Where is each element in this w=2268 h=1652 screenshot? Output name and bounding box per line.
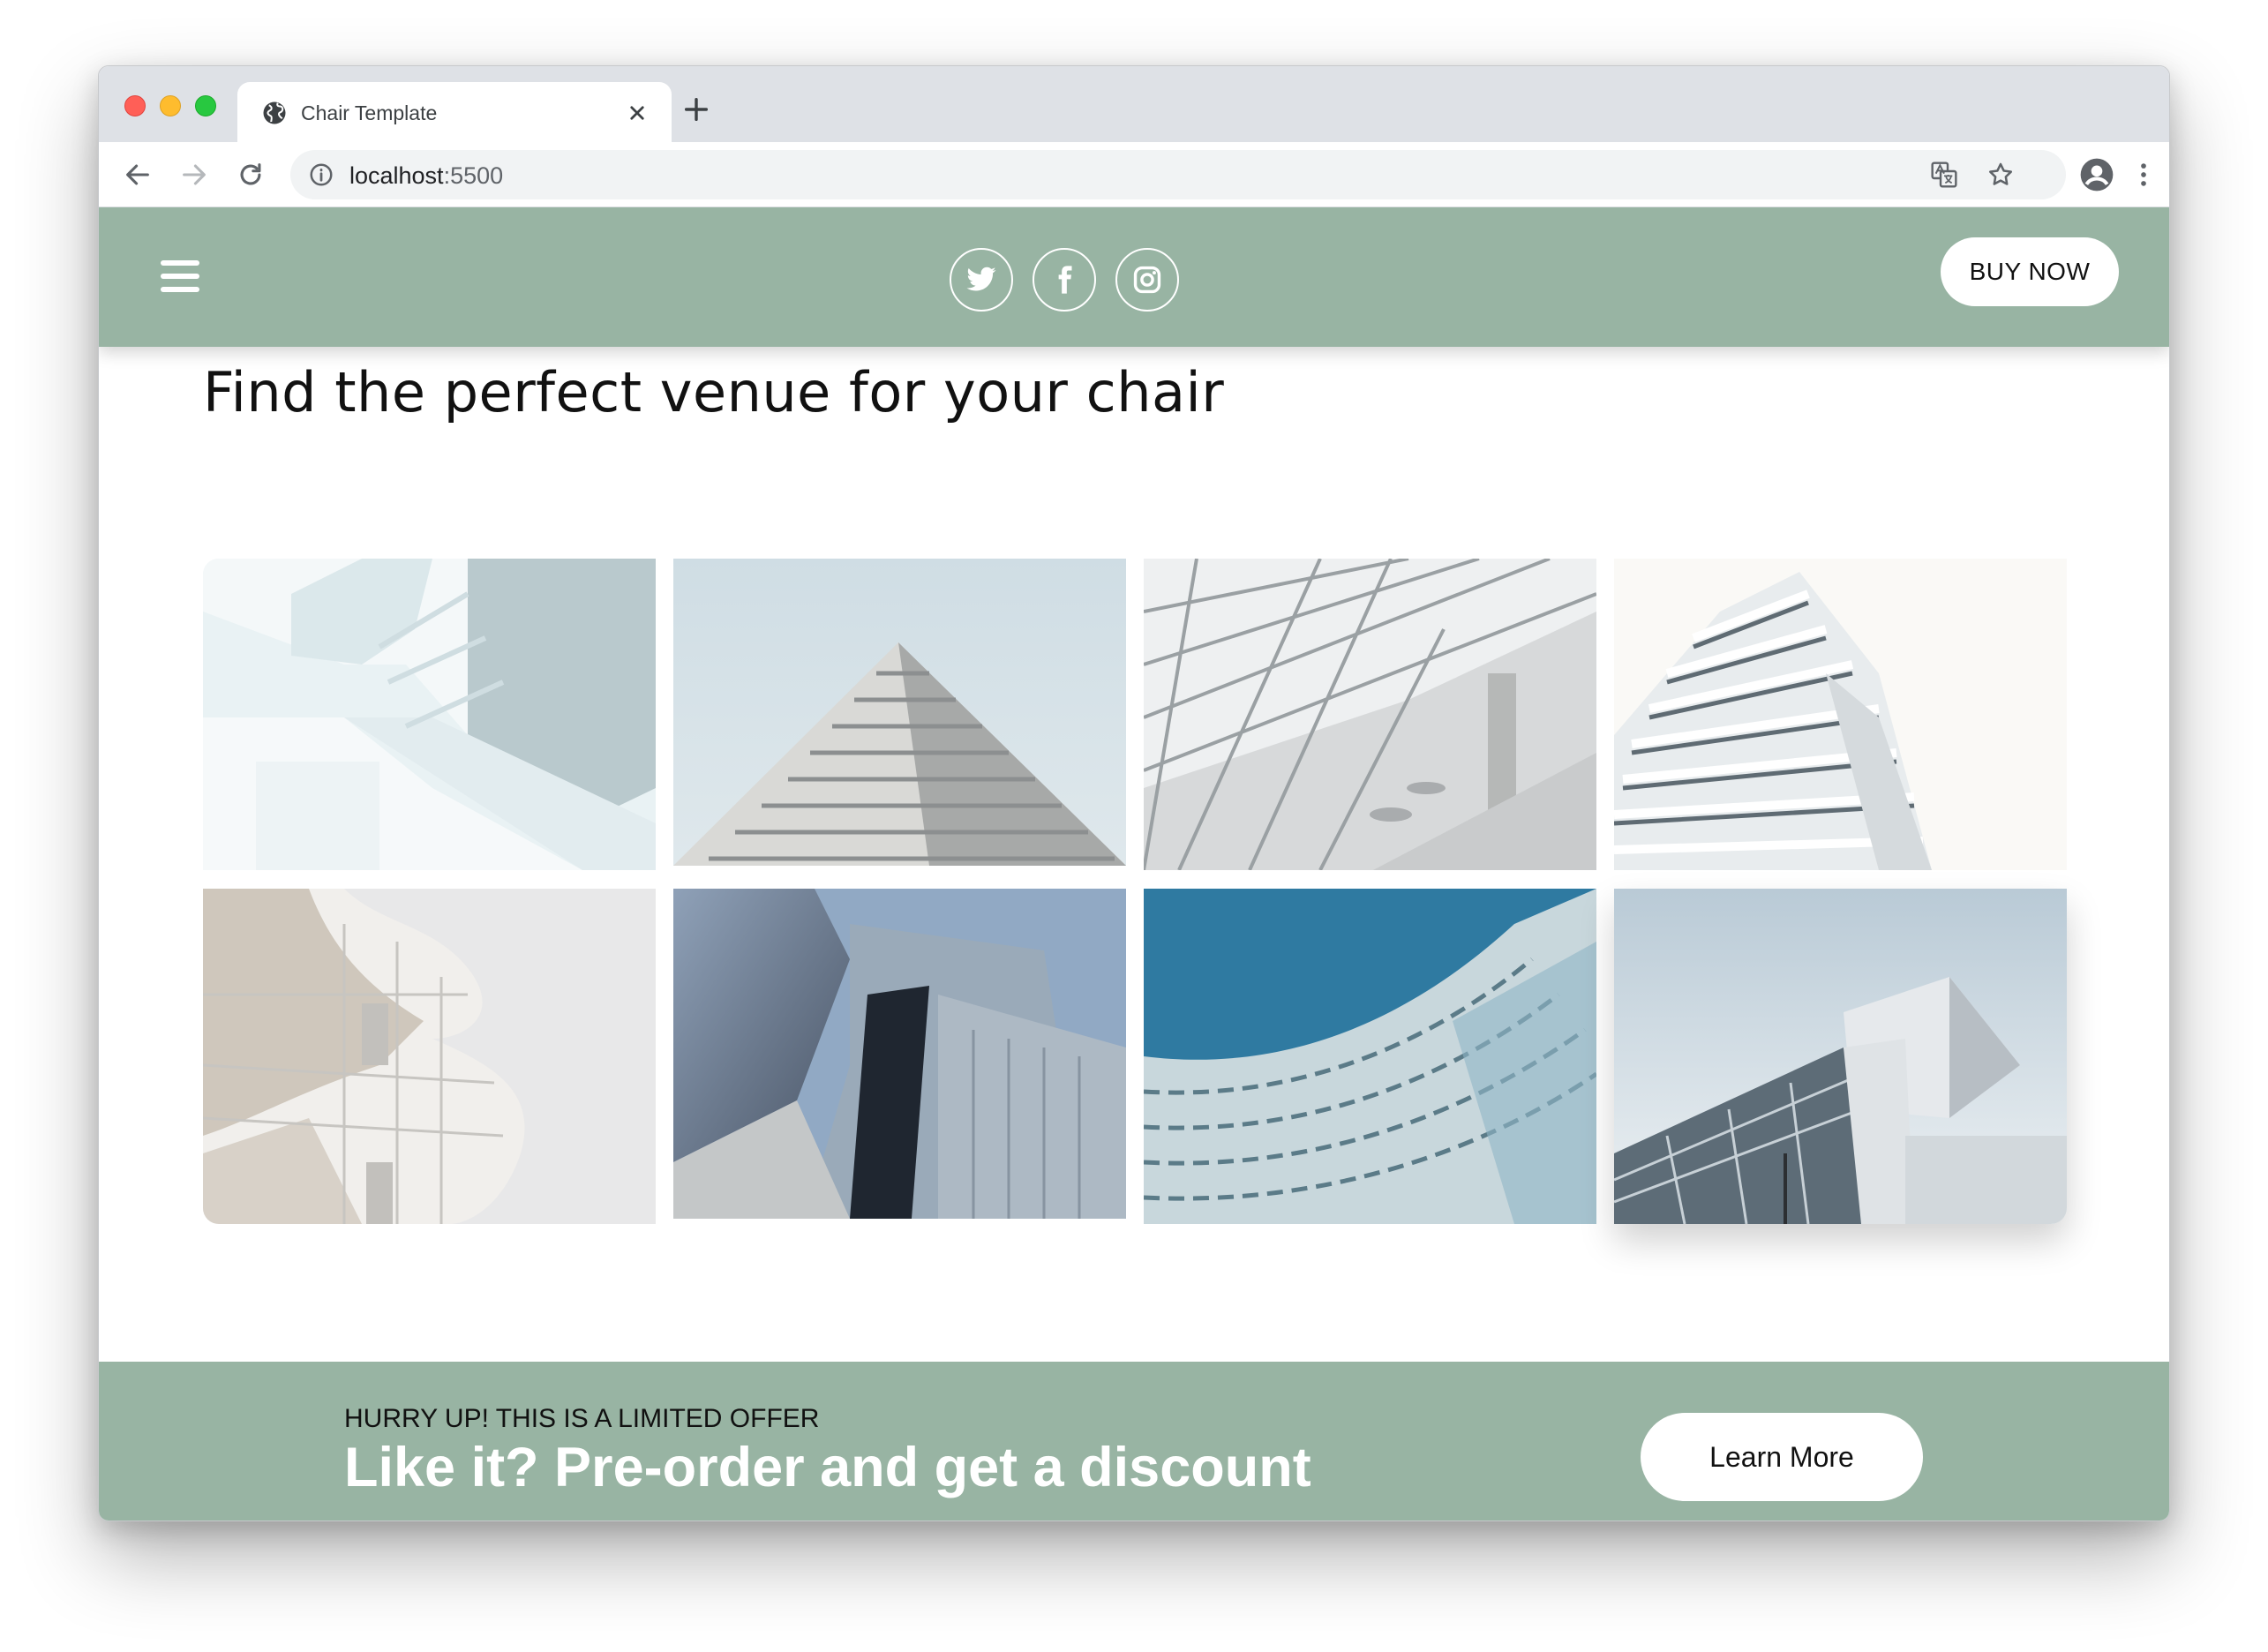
gallery-image-balcony-tower[interactable] — [1614, 559, 2067, 870]
buy-now-button[interactable]: BUY NOW — [1941, 237, 2119, 306]
hamburger-menu-icon[interactable] — [161, 260, 201, 296]
promo-title: Like it? Pre-order and get a discount — [344, 1437, 1311, 1498]
url-host: localhost — [349, 162, 444, 189]
gallery-image-metal-building[interactable] — [673, 889, 1126, 1219]
twitter-icon — [966, 267, 996, 291]
browser-toolbar: localhost:5500 — [99, 142, 2169, 207]
profile-avatar-icon[interactable] — [2079, 157, 2114, 192]
reload-icon[interactable] — [236, 160, 266, 190]
url-port: :5500 — [443, 162, 504, 189]
facebook-icon — [1058, 266, 1072, 294]
glass-atrium-photo — [1144, 559, 1596, 870]
more-menu-icon[interactable] — [2129, 159, 2159, 191]
facebook-link[interactable] — [1033, 248, 1096, 312]
browser-tab[interactable]: Chair Template — [237, 82, 672, 142]
forward-arrow-icon[interactable] — [179, 160, 209, 190]
close-tab-icon[interactable] — [624, 100, 650, 126]
gallery-image-glass-atrium[interactable] — [1144, 559, 1596, 870]
page-title: Find the perfect venue for your chair — [203, 360, 1225, 424]
woven-facade-photo — [1144, 889, 1596, 1224]
promo-banner: HURRY UP! THIS IS A LIMITED OFFER Like i… — [99, 1362, 2169, 1521]
tab-strip: Chair Template — [99, 66, 2169, 142]
browser-window: Chair Template localhost:5500 BUY NOW Fi… — [98, 65, 2170, 1521]
twitter-link[interactable] — [950, 248, 1013, 312]
address-bar[interactable]: localhost:5500 — [290, 150, 2066, 199]
learn-more-button[interactable]: Learn More — [1641, 1413, 1923, 1501]
minimize-window-button[interactable] — [160, 95, 181, 116]
promo-kicker: HURRY UP! THIS IS A LIMITED OFFER — [344, 1404, 820, 1433]
site-header: BUY NOW — [99, 207, 2169, 347]
instagram-icon — [1133, 266, 1161, 294]
gallery-image-woven-facade[interactable] — [1144, 889, 1596, 1224]
bookmark-star-icon[interactable] — [1986, 161, 2015, 189]
gallery-image-stepped-tower[interactable] — [673, 559, 1126, 866]
page-viewport: BUY NOW Find the perfect venue for your … — [99, 207, 2169, 1521]
social-links — [950, 248, 1179, 312]
maximize-window-button[interactable] — [195, 95, 216, 116]
globe-icon — [263, 101, 286, 124]
gallery-image-staircase[interactable] — [203, 559, 656, 870]
gallery-image-curved-building[interactable] — [203, 889, 656, 1224]
cantilever-glass-building-photo — [1614, 889, 2067, 1224]
curved-white-building-photo — [203, 889, 656, 1224]
close-window-button[interactable] — [124, 95, 146, 116]
white-staircase-photo — [203, 559, 656, 870]
info-icon[interactable] — [308, 161, 334, 188]
instagram-link[interactable] — [1115, 248, 1179, 312]
tab-title: Chair Template — [301, 101, 438, 124]
new-tab-icon[interactable] — [681, 94, 711, 124]
gallery-image-cantilever-building[interactable] — [1614, 889, 2067, 1224]
url-text: localhost:5500 — [349, 162, 503, 189]
metal-curved-building-photo — [673, 889, 1126, 1219]
balcony-tower-photo — [1614, 559, 2067, 870]
back-arrow-icon[interactable] — [123, 160, 153, 190]
translate-icon[interactable] — [1930, 161, 1958, 189]
stepped-tower-photo — [673, 559, 1126, 866]
